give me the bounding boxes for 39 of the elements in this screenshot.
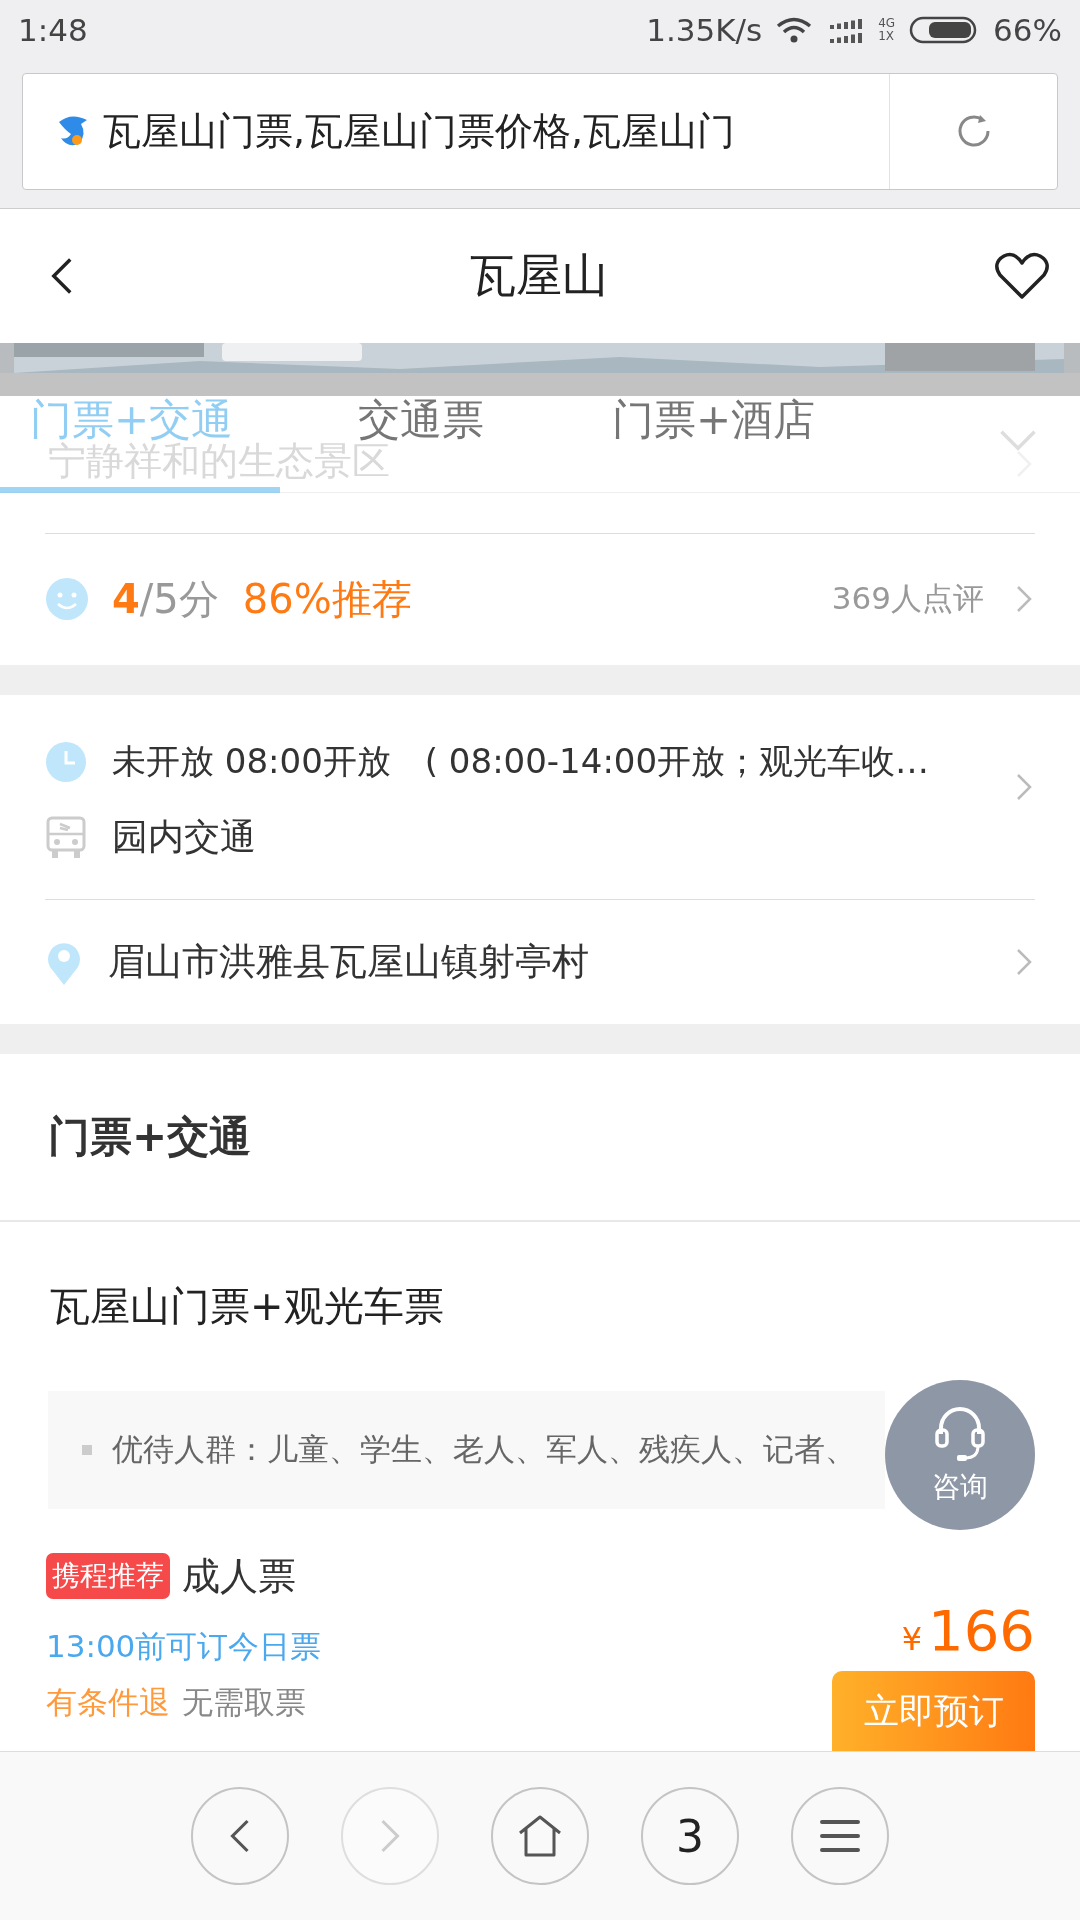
ticket-price: ¥166 (901, 1598, 1035, 1664)
home-nav-button[interactable] (491, 1787, 589, 1886)
status-time: 1:48 (18, 11, 88, 48)
page-title: 瓦屋山门票,瓦屋山门票价格,瓦屋山门 (23, 105, 889, 157)
headset-icon (933, 1404, 987, 1464)
ticket-name: 成人票 (182, 1553, 296, 1600)
benefits-panel[interactable]: 优待人群：儿童、学生、老人、军人、残疾人、记者、 (48, 1391, 885, 1509)
park-transport: 园内交通 (112, 815, 256, 860)
refund-policy: 有条件退 (46, 1683, 170, 1722)
scenic-address: 眉山市洪雅县瓦屋山镇射亭村 (108, 938, 589, 985)
bus-icon (46, 815, 86, 860)
favorite-button[interactable] (994, 251, 1050, 302)
consult-button[interactable]: 咨询 (885, 1380, 1035, 1530)
pickup-note: 无需取票 (182, 1683, 306, 1722)
opening-hours: 未开放 08:00开放 ( 08:00-14:00开放；观光车收… (112, 739, 930, 783)
home-icon (518, 1815, 562, 1858)
category-tab[interactable]: 交通票 (358, 398, 484, 443)
product-title: 瓦屋山门票+观光车票 (49, 1282, 445, 1331)
network-type: 1X (878, 29, 895, 43)
page-heading: 瓦屋山 (470, 247, 608, 305)
booking-note: 13:00前可订今日票 (46, 1627, 322, 1666)
network-speed: 1.35K/s (646, 11, 763, 48)
menu-nav-button[interactable] (791, 1787, 889, 1886)
menu-icon (820, 1819, 860, 1854)
section-title: 门票+交通 (0, 1054, 1080, 1222)
tabs-nav-button[interactable]: 3 (641, 1787, 739, 1886)
recommend-rate: 86%推荐 (242, 574, 412, 624)
rating-score: 4/5分 (112, 574, 219, 624)
benefits-text: 优待人群：儿童、学生、老人、军人、残疾人、记者、 (112, 1430, 856, 1470)
recommend-tag: 携程推荐 (46, 1553, 170, 1600)
smiley-icon (46, 578, 88, 621)
clock-icon (46, 741, 86, 782)
battery-percent: 66% (993, 11, 1062, 48)
wifi-icon (776, 16, 813, 43)
review-count-link[interactable]: 369人点评 (831, 578, 984, 621)
network-type: 4G (878, 16, 896, 30)
address-bar[interactable]: 瓦屋山门票,瓦屋山门票价格,瓦屋山门 (22, 72, 1058, 190)
category-tab[interactable]: 门票+酒店 (612, 398, 816, 443)
bullet-icon (82, 1445, 92, 1456)
